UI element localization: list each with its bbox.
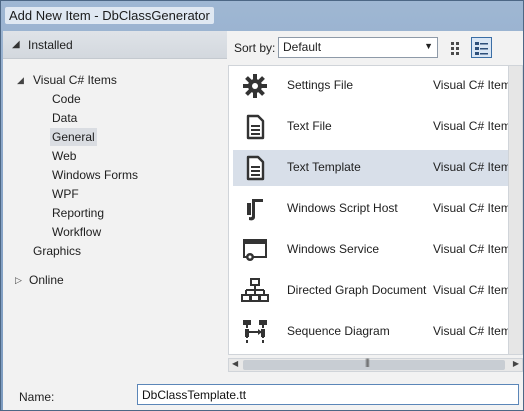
tree-item-graphics[interactable]: Graphics	[33, 242, 81, 260]
scroll-left-icon[interactable]: ◀	[232, 359, 238, 368]
name-field[interactable]	[137, 384, 519, 405]
name-label: Name:	[19, 390, 55, 404]
horizontal-scrollbar[interactable]: ◀ ||| ▶	[228, 357, 523, 372]
tree-item-windows-forms[interactable]: Windows Forms	[52, 166, 138, 184]
sort-label: Sort by:	[234, 41, 276, 55]
service-icon	[243, 239, 267, 261]
medium-icons-view-button[interactable]	[471, 37, 492, 58]
sequence-icon	[243, 320, 267, 344]
list-item[interactable]: Sequence Diagram Visual C# Items	[233, 314, 518, 350]
tree-item-data[interactable]: Data	[52, 109, 77, 127]
item-name: Settings File	[287, 78, 354, 92]
list-item[interactable]: Text File Visual C# Items	[233, 109, 518, 145]
tree-expanded-icon[interactable]: ◢	[17, 71, 24, 89]
tree-item-reporting[interactable]: Reporting	[52, 204, 104, 222]
installed-label: Installed	[28, 38, 73, 52]
tree-item-visual-csharp[interactable]: Visual C# Items	[33, 71, 117, 89]
item-type: Visual C# Items	[433, 119, 517, 133]
item-type: Visual C# Items	[433, 283, 517, 297]
template-pane: Sort by: Default ▼ Settings File Visual …	[228, 31, 523, 373]
scrollbar-thumb[interactable]	[243, 360, 505, 370]
list-item[interactable]: Settings File Visual C# Items	[233, 68, 518, 104]
template-list: Settings File Visual C# Items Text File …	[228, 65, 523, 355]
item-name: Text File	[287, 119, 332, 133]
tree-item-online[interactable]: Online	[29, 271, 64, 289]
document-icon	[246, 155, 265, 181]
window-title: Add New Item - DbClassGenerator	[5, 7, 214, 24]
item-name: Text Template	[287, 160, 361, 174]
vertical-scrollbar[interactable]	[508, 66, 522, 354]
item-name: Directed Graph Document	[287, 283, 427, 297]
sort-dropdown[interactable]: Default ▼	[278, 37, 438, 58]
sort-bar: Sort by: Default ▼	[228, 31, 523, 61]
item-name: Windows Service	[287, 242, 380, 256]
tree-item-workflow[interactable]: Workflow	[52, 223, 101, 241]
installed-header[interactable]: ◢ Installed	[3, 31, 227, 59]
dialog-client: ◢ Installed ◢ Visual C# Items Code Data …	[3, 31, 523, 410]
chevron-down-icon: ▼	[424, 41, 433, 51]
item-type: Visual C# Items	[433, 201, 517, 215]
grid-view-icon	[451, 42, 459, 55]
item-name: Sequence Diagram	[287, 324, 390, 338]
list-item[interactable]: Text Template Visual C# Items	[233, 150, 518, 186]
scroll-grip-icon: |||	[365, 357, 370, 367]
list-item[interactable]: Windows Service Visual C# Items	[233, 232, 518, 268]
list-item[interactable]: Windows Script Host Visual C# Items	[233, 191, 518, 227]
item-type: Visual C# Items	[433, 324, 517, 338]
list-view-icon	[475, 42, 488, 55]
tree-item-wpf[interactable]: WPF	[52, 185, 79, 203]
item-name: Windows Script Host	[287, 201, 398, 215]
item-type: Visual C# Items	[433, 160, 517, 174]
title-bar[interactable]: Add New Item - DbClassGenerator	[1, 1, 523, 31]
item-type: Visual C# Items	[433, 78, 517, 92]
scroll-right-icon[interactable]: ▶	[513, 359, 519, 368]
list-item[interactable]: Directed Graph Document Visual C# Items	[233, 273, 518, 309]
expanded-arrow-icon: ◢	[12, 39, 20, 50]
dialog-window: Add New Item - DbClassGenerator ◢ Instal…	[0, 0, 524, 411]
gear-icon	[243, 74, 267, 98]
tree-item-code[interactable]: Code	[52, 90, 81, 108]
item-type: Visual C# Items	[433, 242, 517, 256]
category-pane: ◢ Installed ◢ Visual C# Items Code Data …	[3, 31, 227, 373]
sort-value: Default	[283, 40, 322, 54]
document-icon	[246, 114, 265, 140]
tree-collapsed-icon[interactable]: ▷	[15, 271, 22, 289]
script-icon	[247, 199, 263, 221]
graph-icon	[241, 278, 269, 302]
tree-item-web[interactable]: Web	[52, 147, 76, 165]
tree-item-general[interactable]: General	[50, 128, 97, 146]
small-icons-view-button[interactable]	[446, 37, 467, 58]
